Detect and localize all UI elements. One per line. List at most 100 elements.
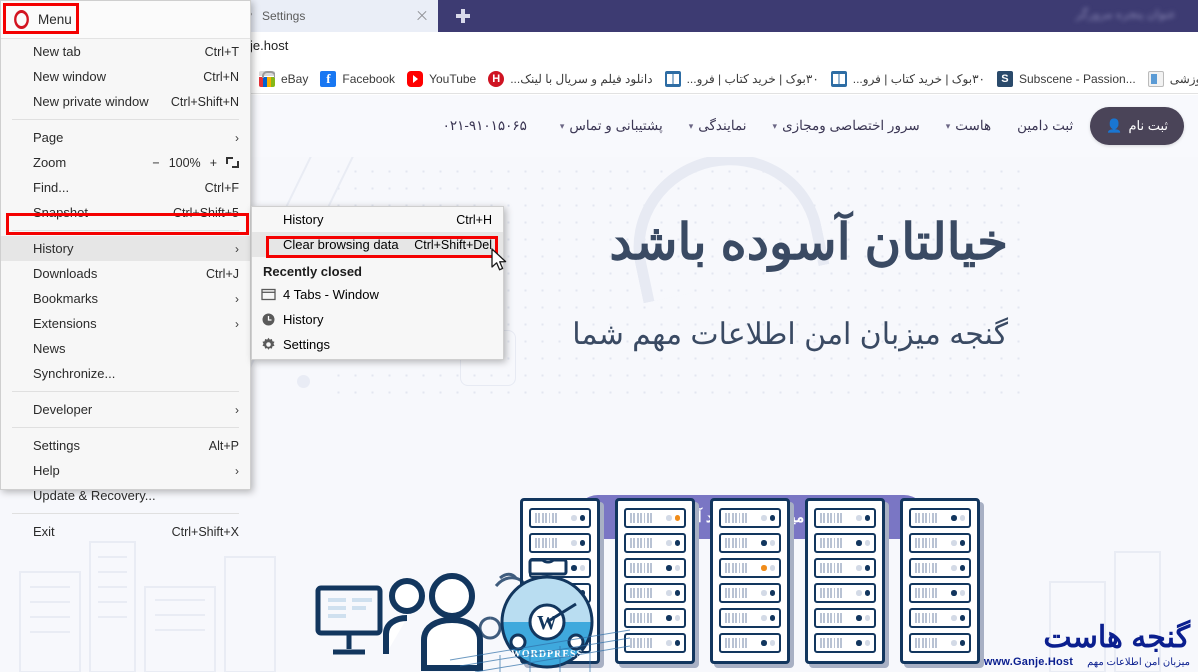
menu-item-shortcut: Ctrl+J (206, 266, 239, 281)
menu-item-synchronize[interactable]: Synchronize... (1, 361, 250, 386)
nav-label: نمایندگی (698, 118, 747, 133)
recently-closed-tabs-window[interactable]: 4 Tabs - Window (252, 282, 503, 307)
menu-item-label: Downloads (33, 266, 98, 281)
bookmark-download-site[interactable]: H دانلود فیلم و سریال با لینک... (482, 67, 658, 91)
nav-item-host[interactable]: هاست ▾ (933, 118, 1004, 134)
led-on-icon (951, 590, 957, 596)
menu-item-snapshot[interactable]: Snapshot Ctrl+Shift+5 (1, 200, 250, 225)
menu-item-new-window[interactable]: New window Ctrl+N (1, 64, 250, 89)
rack-bars (915, 638, 948, 648)
chevron-right-icon: › (235, 241, 239, 256)
signup-button[interactable]: ثبت نام 👤 (1090, 107, 1184, 145)
history-submenu: History Ctrl+H Clear browsing data Ctrl+… (251, 206, 504, 360)
nav-item-reseller[interactable]: نمایندگی ▾ (676, 118, 760, 134)
rack-unit (814, 633, 876, 653)
menu-item-page[interactable]: Page › (1, 125, 250, 150)
new-tab-button[interactable] (445, 0, 481, 32)
led-off-icon (769, 540, 775, 546)
rack-unit (719, 583, 781, 603)
gear-icon (261, 337, 276, 352)
bookmark-label: Subscene - Passion... (1018, 71, 1136, 86)
led-on-icon (864, 590, 870, 596)
led-off-icon (674, 615, 680, 621)
led-off-icon (666, 540, 672, 546)
fullscreen-icon[interactable] (226, 157, 239, 168)
rack-unit (909, 583, 971, 603)
bookmark-30book-2[interactable]: ۳۰بوک | خرید کتاب | فرو... (825, 67, 991, 91)
menu-item-exit[interactable]: Exit Ctrl+Shift+X (1, 519, 250, 544)
led-on-icon (674, 540, 680, 546)
menu-item-settings[interactable]: Settings Alt+P (1, 433, 250, 458)
menu-item-find[interactable]: Find... Ctrl+F (1, 175, 250, 200)
zoom-controls[interactable]: − 100% + (152, 156, 239, 170)
led-on-icon (674, 640, 680, 646)
nav-item-domain[interactable]: ثبت دامین (1004, 118, 1086, 134)
facebook-icon: f (320, 70, 337, 87)
menu-item-update-recovery[interactable]: Update & Recovery... (1, 483, 250, 508)
menu-separator (12, 119, 239, 120)
led-on-icon (959, 540, 965, 546)
rack-bars (725, 538, 758, 548)
rack-unit (529, 533, 591, 553)
nav-item-support[interactable]: پشتیبانی و تماس ▾ (547, 118, 676, 134)
menu-item-label: News (33, 341, 66, 356)
rack-unit (624, 508, 686, 528)
rack-unit (624, 633, 686, 653)
address-bar[interactable]: je.host (246, 38, 288, 53)
bookmark-facebook[interactable]: f Facebook (314, 67, 401, 91)
server-rack (805, 498, 885, 664)
bookmark-30book-1[interactable]: ۳۰بوک | خرید کتاب | فرو... (659, 67, 825, 91)
bookmark-youtube[interactable]: YouTube (401, 67, 482, 91)
led-warning-icon (761, 565, 767, 571)
rack-bars (820, 513, 853, 523)
menu-item-shortcut: Ctrl+Shift+N (170, 94, 239, 109)
menu-item-extensions[interactable]: Extensions › (1, 311, 250, 336)
menu-item-label: Developer (33, 402, 93, 417)
menu-item-label: Bookmarks (33, 291, 99, 306)
plus-icon (456, 9, 470, 23)
people-wordpress-illustration: W WORDPRESS (315, 560, 630, 672)
recently-closed-settings[interactable]: Settings (252, 332, 503, 357)
zoom-in-button[interactable]: + (210, 156, 217, 170)
menu-item-bookmarks[interactable]: Bookmarks › (1, 286, 250, 311)
recently-closed-history[interactable]: History (252, 307, 503, 332)
menu-item-history[interactable]: History › (1, 236, 250, 261)
book-icon (664, 70, 681, 87)
menu-item-help[interactable]: Help › (1, 458, 250, 483)
led-off-icon (951, 540, 957, 546)
menu-item-label: Snapshot (33, 205, 88, 220)
menu-item-news[interactable]: News (1, 336, 250, 361)
zoom-out-button[interactable]: − (152, 156, 159, 170)
svg-text:W: W (537, 612, 557, 634)
submenu-item-clear-browsing-data[interactable]: Clear browsing data Ctrl+Shift+Del (252, 232, 503, 257)
submenu-item-history[interactable]: History Ctrl+H (252, 207, 503, 232)
rack-unit (814, 608, 876, 628)
menu-item-shortcut: Ctrl+Shift+5 (172, 205, 239, 220)
close-icon[interactable] (414, 8, 430, 24)
led-off-icon (769, 640, 775, 646)
bookmark-ebay[interactable]: eBay (253, 67, 314, 91)
rack-bars (820, 538, 853, 548)
bookmark-educational[interactable]: ت محتوای آموزشی (1142, 67, 1198, 91)
bookmark-label: دانلود فیلم و سریال با لینک... (510, 71, 653, 86)
rack-unit (909, 558, 971, 578)
bookmark-label: ت محتوای آموزشی (1169, 71, 1198, 86)
menu-item-new-private-window[interactable]: New private window Ctrl+Shift+N (1, 89, 250, 114)
menu-item-new-tab[interactable]: New tab Ctrl+T (1, 39, 250, 64)
menu-item-downloads[interactable]: Downloads Ctrl+J (1, 261, 250, 286)
rack-unit (624, 533, 686, 553)
tab-settings[interactable]: Settings (233, 0, 438, 32)
rack-unit (624, 608, 686, 628)
nav-item-servers[interactable]: سرور اختصاصی ومجازی ▾ (760, 118, 933, 134)
rack-unit (909, 633, 971, 653)
menu-header[interactable]: Menu (1, 1, 250, 39)
menu-item-zoom[interactable]: Zoom − 100% + (1, 150, 250, 175)
chevron-right-icon: › (235, 291, 239, 306)
menu-item-label: Zoom (33, 155, 67, 170)
bookmark-subscene[interactable]: S Subscene - Passion... (991, 67, 1142, 91)
chevron-right-icon: › (235, 402, 239, 417)
led-off-icon (856, 590, 862, 596)
submenu-item-shortcut: Ctrl+Shift+Del (414, 237, 492, 252)
menu-item-developer[interactable]: Developer › (1, 397, 250, 422)
menu-separator (12, 230, 239, 231)
